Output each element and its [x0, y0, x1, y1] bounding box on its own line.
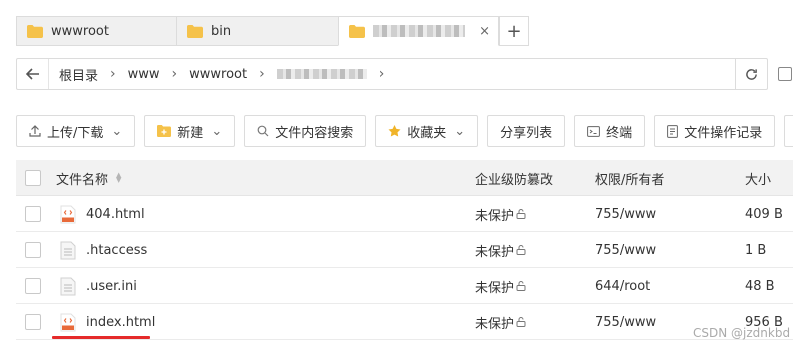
- tab-current[interactable]: ×: [338, 16, 499, 46]
- favorites-label: 收藏夹: [407, 125, 447, 141]
- file-name: .htaccess: [86, 242, 148, 258]
- protect-status: 未保护: [475, 196, 526, 232]
- tab-label: bin: [211, 23, 232, 39]
- upload-label: 上传/下载: [47, 125, 104, 141]
- new-label: 新建: [177, 125, 204, 141]
- chevron-down-icon: ⌄: [454, 123, 466, 139]
- table-row[interactable]: .htaccess 未保护 755/www 1 B: [16, 232, 793, 268]
- refresh-button[interactable]: [735, 59, 767, 89]
- file-name-cell[interactable]: index.html: [56, 304, 155, 340]
- file-name-cell[interactable]: 404.html: [56, 196, 145, 232]
- table-row[interactable]: 404.html 未保护 755/www 409 B: [16, 196, 793, 232]
- row-checkbox[interactable]: [25, 314, 41, 330]
- text-file-icon: [60, 277, 76, 295]
- chevron-right-icon: ›: [259, 66, 265, 82]
- header-name[interactable]: 文件名称 ▲ ▼: [56, 160, 121, 196]
- folder-icon: [349, 24, 365, 38]
- tab-bin[interactable]: bin: [176, 16, 338, 46]
- text-file-icon: [60, 241, 76, 259]
- header-perm: 权限/所有者: [595, 172, 665, 188]
- perm-owner[interactable]: 755/www: [595, 304, 656, 340]
- terminal-icon: [587, 125, 601, 137]
- file-name: .user.ini: [86, 278, 137, 294]
- row-checkbox[interactable]: [25, 206, 41, 222]
- new-button[interactable]: 新建 ⌄: [144, 115, 236, 147]
- perm-owner[interactable]: 755/www: [595, 232, 656, 268]
- header-size[interactable]: 大小: [745, 160, 771, 196]
- close-icon[interactable]: ×: [479, 24, 490, 39]
- terminal-button[interactable]: 终端: [574, 115, 646, 147]
- search-icon: [257, 125, 269, 137]
- folder-icon: [187, 24, 203, 38]
- protect-status: 未保护: [475, 232, 526, 268]
- table-header: 文件名称 ▲ ▼ 企业级防篡改 权限/所有者 大小: [16, 160, 793, 196]
- breadcrumb-wwwroot[interactable]: wwwroot: [189, 67, 247, 82]
- tab-wwwroot[interactable]: wwwroot: [16, 16, 176, 46]
- back-button[interactable]: [17, 59, 49, 89]
- breadcrumb-root[interactable]: 根目录: [59, 65, 98, 84]
- breadcrumb-www[interactable]: www: [128, 67, 160, 82]
- file-size: 1 B: [745, 242, 767, 258]
- table-row[interactable]: .user.ini 未保护 644/root 48 B: [16, 268, 793, 304]
- chevron-down-icon: ⌄: [211, 123, 223, 139]
- content-search-button[interactable]: 文件内容搜索: [244, 115, 367, 147]
- tab-bar: wwwroot bin × +: [16, 16, 793, 46]
- clipboard-icon[interactable]: [778, 67, 792, 81]
- perm-owner[interactable]: 755/www: [595, 196, 656, 232]
- redacted-breadcrumb[interactable]: [276, 69, 367, 79]
- unlock-icon[interactable]: [516, 317, 526, 327]
- file-name-cell[interactable]: .htaccess: [56, 232, 147, 268]
- refresh-icon: [746, 68, 757, 80]
- upload-icon: [29, 125, 41, 137]
- upload-download-button[interactable]: 上传/下载 ⌄: [16, 115, 136, 147]
- perm-owner[interactable]: 644/root: [595, 268, 650, 304]
- add-tab-button[interactable]: +: [499, 16, 529, 46]
- oplog-label: 文件操作记录: [684, 125, 763, 141]
- file-size: 48 B: [745, 278, 775, 294]
- highlight-underline: [52, 336, 150, 339]
- toolbar: 上传/下载 ⌄ 新建 ⌄ 文件内容搜索 收藏夹 ⌄ 分享列表 终端 文件操作记录: [16, 115, 793, 147]
- more-button[interactable]: [784, 115, 793, 147]
- search-label: 文件内容搜索: [275, 125, 354, 141]
- file-size: 409 B: [745, 206, 783, 222]
- chevron-right-icon: ›: [171, 66, 178, 82]
- file-name: index.html: [86, 314, 156, 330]
- arrow-left-icon: [25, 68, 39, 80]
- row-checkbox[interactable]: [25, 278, 41, 294]
- table-row[interactable]: index.html 未保护 755/www 956 B: [16, 304, 793, 340]
- breadcrumb: 根目录 › www › wwwroot › ›: [49, 65, 396, 84]
- header-protect: 企业级防篡改: [475, 172, 554, 188]
- share-list-button[interactable]: 分享列表: [487, 115, 566, 147]
- favorites-button[interactable]: 收藏夹 ⌄: [375, 115, 479, 147]
- chevron-right-icon: ›: [378, 66, 385, 82]
- document-icon: [667, 124, 679, 138]
- redacted-tab-label: [373, 25, 465, 37]
- new-folder-icon: [157, 125, 172, 137]
- unlock-icon[interactable]: [516, 245, 526, 255]
- select-all-checkbox[interactable]: [25, 170, 41, 186]
- chevron-right-icon: ›: [110, 66, 116, 82]
- address-bar: 根目录 › www › wwwroot › ›: [16, 58, 768, 90]
- tab-label: wwwroot: [51, 23, 109, 39]
- chevron-down-icon: ⌄: [111, 123, 123, 139]
- row-checkbox[interactable]: [25, 242, 41, 258]
- unlock-icon[interactable]: [516, 281, 526, 291]
- file-op-log-button[interactable]: 文件操作记录: [654, 115, 776, 147]
- star-icon: [388, 125, 401, 137]
- sort-icon: ▲ ▼: [116, 171, 122, 184]
- html-file-icon: [60, 313, 76, 331]
- file-name-cell[interactable]: .user.ini: [56, 268, 137, 304]
- terminal-label: 终端: [606, 125, 633, 141]
- folder-icon: [27, 24, 43, 38]
- share-label: 分享列表: [500, 125, 553, 141]
- watermark: CSDN @jzdnkbd: [693, 326, 791, 340]
- unlock-icon[interactable]: [516, 209, 526, 219]
- file-name: 404.html: [86, 206, 145, 222]
- html-file-icon: [60, 205, 76, 223]
- protect-status: 未保护: [475, 304, 526, 340]
- protect-status: 未保护: [475, 268, 526, 304]
